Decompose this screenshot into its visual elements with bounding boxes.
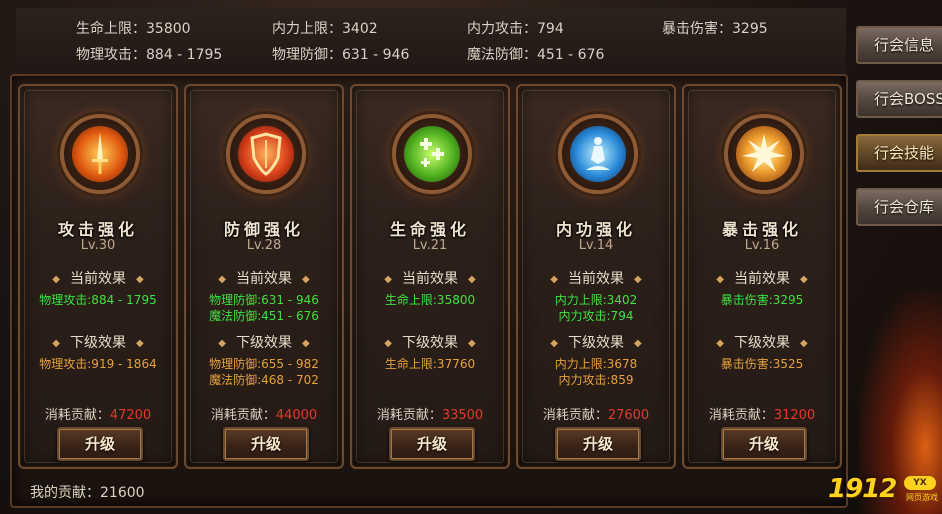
skill-level: Lv.16 xyxy=(744,238,780,253)
tab-guild-info[interactable]: 行会信息 xyxy=(856,26,942,64)
next-effect-values: 物理攻击:919 - 1864 xyxy=(39,357,157,371)
next-effect-heading: ◆ 下级效果 ◆ xyxy=(52,335,144,351)
watermark-badge: YX xyxy=(904,476,936,490)
current-effect-values: 生命上限:35800 xyxy=(384,293,476,307)
cost-line: 消耗贡献：27600 xyxy=(542,408,650,423)
skill-card-health: 生命强化 Lv.21 ◆ 当前效果 ◆ 生命上限:35800 ◆ 下级效果 ◆ 生命上限… xyxy=(350,84,510,469)
skill-card-attack: 攻击强化 Lv.30 ◆ 当前效果 ◆ 物理攻击:884 - 1795 ◆ 下级效果 ◆… xyxy=(18,84,178,469)
current-effect-heading: ◆ 当前效果 ◆ xyxy=(52,271,144,287)
shield-icon xyxy=(226,114,306,194)
current-effect-values: 暴击伤害:3295 xyxy=(720,293,804,307)
stat-max-hp: 生命上限：35800 xyxy=(76,21,191,37)
current-effect-heading: ◆ 当前效果 ◆ xyxy=(218,271,310,287)
upgrade-button-attack[interactable]: 升级 xyxy=(57,427,143,461)
health-crosses-icon xyxy=(392,114,472,194)
cost-line: 消耗贡献：47200 xyxy=(44,408,152,423)
upgrade-button-inner-power[interactable]: 升级 xyxy=(555,427,641,461)
stat-max-mp: 内力上限：3402 xyxy=(272,21,378,37)
current-effect-values: 物理防御:631 - 946 魔法防御:451 - 676 xyxy=(209,293,319,323)
cost-line: 消耗贡献：31200 xyxy=(708,408,816,423)
sword-icon xyxy=(60,114,140,194)
current-effect-values: 物理攻击:884 - 1795 xyxy=(39,293,157,307)
tab-guild-skills[interactable]: 行会技能 xyxy=(856,134,942,172)
next-effect-heading: ◆ 下级效果 ◆ xyxy=(716,335,808,351)
next-effect-values: 内力上限:3678 内力攻击:859 xyxy=(554,357,638,387)
current-effect-values: 内力上限:3402 内力攻击:794 xyxy=(554,293,638,323)
skill-level: Lv.21 xyxy=(412,238,448,253)
watermark-subtitle: 网页游戏 xyxy=(906,493,938,502)
skill-card-defense: 防御强化 Lv.28 ◆ 当前效果 ◆ 物理防御:631 - 946 魔法防御:451… xyxy=(184,84,344,469)
current-effect-heading: ◆ 当前效果 ◆ xyxy=(550,271,642,287)
my-contribution: 我的贡献：21600 xyxy=(30,485,145,501)
current-effect-heading: ◆ 当前效果 ◆ xyxy=(384,271,476,287)
next-effect-heading: ◆ 下级效果 ◆ xyxy=(218,335,310,351)
site-watermark-logo: 1912 YX 网页游戏 xyxy=(828,474,940,508)
upgrade-button-defense[interactable]: 升级 xyxy=(223,427,309,461)
skill-title: 生命强化 xyxy=(389,220,470,239)
skill-title: 防御强化 xyxy=(223,220,304,239)
skill-level: Lv.14 xyxy=(578,238,614,253)
explosion-icon xyxy=(724,114,804,194)
stat-magic-defense: 魔法防御：451 - 676 xyxy=(467,47,605,63)
tab-guild-warehouse[interactable]: 行会仓库 xyxy=(856,188,942,226)
current-effect-heading: ◆ 当前效果 ◆ xyxy=(716,271,808,287)
meditation-icon xyxy=(558,114,638,194)
skill-title: 暴击强化 xyxy=(721,220,802,239)
skill-level: Lv.28 xyxy=(246,238,282,253)
next-effect-values: 生命上限:37760 xyxy=(384,357,476,371)
tab-guild-boss[interactable]: 行会BOSS xyxy=(856,80,942,118)
skill-card-inner-power: 内功强化 Lv.14 ◆ 当前效果 ◆ 内力上限:3402 内力攻击:794 ◆ 下级效… xyxy=(516,84,676,469)
next-effect-heading: ◆ 下级效果 ◆ xyxy=(384,335,476,351)
next-effect-heading: ◆ 下级效果 ◆ xyxy=(550,335,642,351)
skill-level: Lv.30 xyxy=(80,238,116,253)
cost-line: 消耗贡献：33500 xyxy=(376,408,484,423)
next-effect-values: 物理防御:655 - 982 魔法防御:468 - 702 xyxy=(209,357,319,387)
player-stats-panel: 生命上限：35800 内力上限：3402 内力攻击：794 暴击伤害：3295 … xyxy=(16,8,846,76)
stat-phys-attack: 物理攻击：884 - 1795 xyxy=(76,47,223,63)
cost-line: 消耗贡献：44000 xyxy=(210,408,318,423)
upgrade-button-critical[interactable]: 升级 xyxy=(721,427,807,461)
watermark-number: 1912 xyxy=(828,474,897,504)
skill-card-critical: 暴击强化 Lv.16 ◆ 当前效果 ◆ 暴击伤害:3295 ◆ 下级效果 ◆ 暴击伤害:… xyxy=(682,84,842,469)
guild-skills-window: 生命上限：35800 内力上限：3402 内力攻击：794 暴击伤害：3295 … xyxy=(0,0,942,514)
skill-title: 攻击强化 xyxy=(57,220,138,239)
stat-phys-defense: 物理防御：631 - 946 xyxy=(272,47,410,63)
next-effect-values: 暴击伤害:3525 xyxy=(720,357,804,371)
stat-crit-damage: 暴击伤害：3295 xyxy=(662,21,768,37)
upgrade-button-health[interactable]: 升级 xyxy=(389,427,475,461)
skill-title: 内功强化 xyxy=(555,220,636,239)
stat-inner-attack: 内力攻击：794 xyxy=(467,21,564,37)
